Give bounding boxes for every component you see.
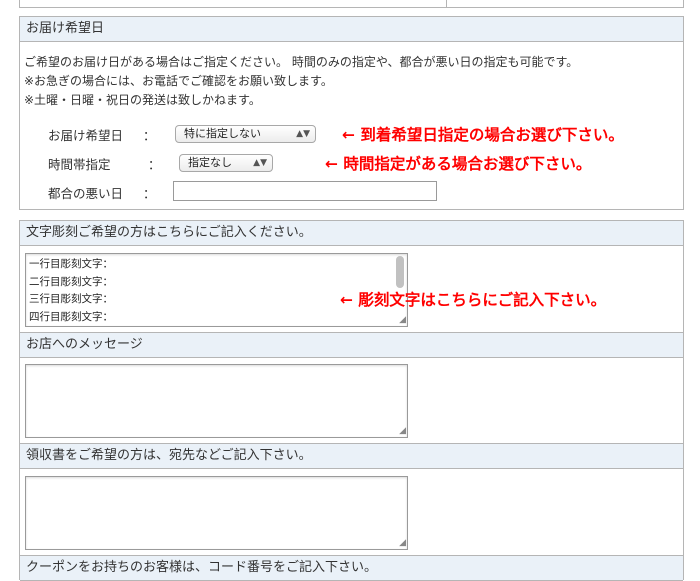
engraving-note: ← 彫刻文字はこちらにご記入下さい。 [340,291,607,309]
resize-handle-icon[interactable]: ◢ [399,427,406,436]
delivery-date-label: お届け希望日 [48,128,124,143]
bad-day-input[interactable] [173,181,437,201]
engraving-line-2: 二行目彫刻文字： [29,275,113,288]
delivery-section-title: お届け希望日 [20,17,683,42]
engraving-section-title: 文字彫刻ご希望の方はこちらにご記入ください。 [20,221,683,246]
engraving-line-1: 一行目彫刻文字： [29,258,113,270]
resize-handle-icon[interactable]: ◢ [399,316,406,325]
message-textarea[interactable]: ◢ [25,364,408,438]
bad-day-label: 都合の悪い日 [48,186,124,201]
delivery-intro-line-1: ご希望のお届け日がある場合はご指定ください。 時間のみの指定や、都合が悪い日の指… [24,55,579,69]
delivery-intro-line-2: ※お急ぎの場合には、お電話でご確認をお願い致します。 [24,74,333,88]
previous-section-frame [19,0,684,8]
delivery-time-label: 時間帯指定 [48,157,111,172]
engraving-line-3: 三行目彫刻文字： [29,293,113,305]
select-arrows-icon: ▲▼ [253,158,267,168]
coupon-section-title: クーポンをお持ちのお客様は、コード番号をご記入下さい。 [20,555,683,581]
delivery-date-note: ← 到着希望日指定の場合お選び下さい。 [342,126,624,144]
message-section-title: お店へのメッセージ [20,332,683,358]
delivery-date-select[interactable]: 特に指定しない ▲▼ [175,125,316,143]
previous-section-divider [446,0,447,8]
delivery-time-note: ← 時間指定がある場合お選び下さい。 [325,155,592,173]
select-arrows-icon: ▲▼ [296,129,310,139]
bad-day-colon: ： [143,186,156,201]
resize-handle-icon[interactable]: ◢ [399,539,406,548]
delivery-time-colon: ： [148,157,161,172]
delivery-date-select-value: 特に指定しない [184,127,261,140]
delivery-time-select-value: 指定なし [188,156,232,169]
engraving-line-4: 四行目彫刻文字： [29,310,113,323]
engraving-scrollbar[interactable] [396,256,404,288]
delivery-time-select[interactable]: 指定なし ▲▼ [179,154,273,172]
receipt-section-title: 領収書をご希望の方は、宛先などご記入下さい。 [20,443,683,469]
delivery-intro-line-3: ※土曜・日曜・祝日の発送は致しかねます。 [24,93,261,107]
receipt-textarea[interactable]: ◢ [25,476,408,550]
delivery-date-colon: ： [143,128,156,143]
